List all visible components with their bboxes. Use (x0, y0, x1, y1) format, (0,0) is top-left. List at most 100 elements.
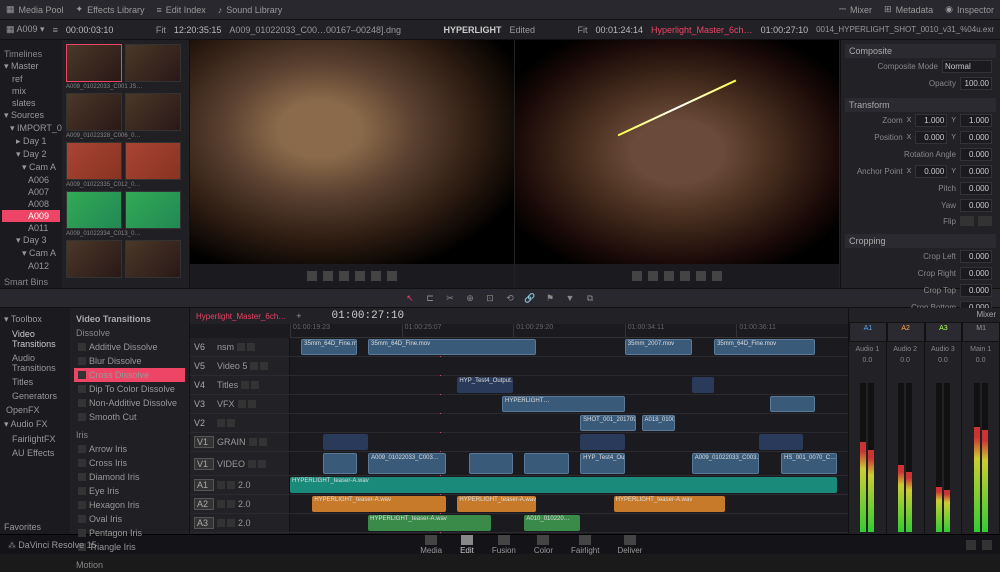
fx-diamond-iris[interactable]: Diamond Iris (74, 470, 185, 484)
loop-icon[interactable] (712, 271, 722, 281)
bin-day1[interactable]: ▸ Day 1 (2, 135, 60, 148)
fx-cat-fairlight[interactable]: FairlightFX (2, 432, 68, 446)
clip[interactable]: 35mm_64D_Fine.mov (301, 339, 357, 355)
fx-smooth-cut[interactable]: Smooth Cut (74, 410, 185, 424)
anchor-x[interactable]: 0.000 (915, 165, 947, 178)
patch-a3[interactable]: A3 (925, 322, 963, 342)
add-timeline-icon[interactable]: + (296, 311, 301, 321)
timeline-tab[interactable]: Hyperlight_Master_6ch… (196, 312, 286, 321)
thumb-clip[interactable] (66, 44, 122, 82)
clip[interactable]: SHOT_001_20170901… (580, 415, 636, 431)
bin-sources[interactable]: ▾ Sources (2, 109, 60, 122)
tab-media-pool[interactable]: ▦ Media Pool (6, 4, 64, 15)
fx-arrow-iris[interactable]: Arrow Iris (74, 442, 185, 456)
clip[interactable] (323, 434, 368, 450)
clip[interactable]: HYPERLIGHT_teaser-A.wav (312, 496, 446, 512)
clip[interactable]: HS_001_0070_C… (781, 453, 837, 474)
timeline-tracks[interactable]: V6nsm 35mm_64D_Fine.mov 35mm_64D_Fine.mo… (190, 338, 848, 534)
page-color[interactable]: Color (534, 535, 553, 555)
thumb-clip[interactable] (125, 93, 181, 131)
clip[interactable]: HYPERLIGHT_teaser-A.wav (614, 496, 726, 512)
tab-effects-library[interactable]: ✦ Effects Library (76, 4, 145, 15)
page-media[interactable]: Media (420, 535, 442, 555)
bin-a012[interactable]: A012 (2, 260, 60, 272)
next-edit-icon[interactable] (696, 271, 706, 281)
timeline-name-dropdown[interactable]: Hyperlight_Master_6ch… (651, 25, 753, 35)
view-toggle-icon[interactable]: ≡ (53, 25, 58, 35)
fx-cat-toolbox[interactable]: ▾ Toolbox (2, 312, 68, 327)
flag-icon[interactable]: ⚑ (544, 292, 556, 304)
bin-day2[interactable]: ▾ Day 2 (2, 148, 60, 161)
clip[interactable]: A009_01022033_C003… (368, 453, 446, 474)
page-deliver[interactable]: Deliver (617, 535, 642, 555)
fx-cross-iris[interactable]: Cross Iris (74, 456, 185, 470)
fader[interactable] (889, 366, 922, 532)
thumb-clip[interactable] (66, 142, 122, 180)
fx-non-additive[interactable]: Non-Additive Dissolve (74, 396, 185, 410)
clip[interactable] (469, 453, 514, 474)
patch-a1[interactable]: A1 (849, 322, 887, 342)
bin-master[interactable]: ▾ Master (2, 60, 60, 73)
fx-pentagon-iris[interactable]: Pentagon Iris (74, 526, 185, 540)
composite-header[interactable]: Composite (845, 44, 996, 58)
home-icon[interactable] (966, 540, 976, 550)
overwrite-icon[interactable]: ⊡ (484, 292, 496, 304)
clip[interactable]: A018_0100… (642, 415, 675, 431)
patch-a2[interactable]: A2 (887, 322, 925, 342)
zoom-y[interactable]: 1.000 (960, 114, 992, 127)
bin-cam-a3[interactable]: ▾ Cam A (2, 247, 60, 260)
link-icon[interactable]: 🔗 (524, 292, 536, 304)
clip[interactable]: HYPERLIGHT… (502, 396, 625, 412)
source-viewer-image[interactable] (190, 40, 514, 264)
bin-a007[interactable]: A007 (2, 186, 60, 198)
composite-mode-select[interactable]: Normal (942, 60, 992, 73)
prev-clip-icon[interactable] (307, 271, 317, 281)
play-icon[interactable] (355, 271, 365, 281)
tab-sound-library[interactable]: ♪ Sound Library (218, 5, 283, 15)
blade-tool-icon[interactable]: ✂ (444, 292, 456, 304)
crop-right[interactable]: 0.000 (960, 267, 992, 280)
clip[interactable]: 35mm_2007.mov (625, 339, 692, 355)
insert-icon[interactable]: ⊕ (464, 292, 476, 304)
tab-edit-index[interactable]: ≡ Edit Index (156, 5, 205, 15)
bin-import[interactable]: ▾ IMPORT_0905 (2, 122, 60, 135)
thumb-clip[interactable] (66, 191, 122, 229)
record-viewer-image[interactable] (515, 40, 839, 264)
page-fairlight[interactable]: Fairlight (571, 535, 599, 555)
page-edit[interactable]: Edit (460, 535, 474, 555)
pos-y[interactable]: 0.000 (960, 131, 992, 144)
marker-icon[interactable]: ▼ (564, 292, 576, 304)
lock-icon[interactable] (237, 343, 245, 351)
fx-additive-dissolve[interactable]: Additive Dissolve (74, 340, 185, 354)
clip[interactable] (759, 434, 804, 450)
clip[interactable] (692, 377, 714, 393)
fit-1[interactable]: Fit (156, 25, 166, 35)
clip[interactable] (580, 434, 625, 450)
patch-m1[interactable]: M1 (962, 322, 1000, 342)
bin-a008[interactable]: A008 (2, 198, 60, 210)
clip[interactable] (524, 453, 569, 474)
fx-eye-iris[interactable]: Eye Iris (74, 484, 185, 498)
clip[interactable]: 35mm_64D_Fine.mov (368, 339, 535, 355)
fx-blur-dissolve[interactable]: Blur Dissolve (74, 354, 185, 368)
clip[interactable] (770, 396, 815, 412)
stop-icon[interactable] (339, 271, 349, 281)
fx-cat-titles[interactable]: Titles (2, 375, 68, 389)
fx-cat-audio-transitions[interactable]: Audio Transitions (2, 351, 68, 375)
next-clip-icon[interactable] (371, 271, 381, 281)
pitch-input[interactable]: 0.000 (960, 182, 992, 195)
loop-icon[interactable] (387, 271, 397, 281)
crop-top[interactable]: 0.000 (960, 284, 992, 297)
fx-cat-audiofx[interactable]: ▾ Audio FX (2, 417, 68, 432)
play-reverse-icon[interactable] (323, 271, 333, 281)
fader[interactable] (927, 366, 960, 532)
bin-cam-a[interactable]: ▾ Cam A (2, 161, 60, 174)
fx-hexagon-iris[interactable]: Hexagon Iris (74, 498, 185, 512)
clip[interactable] (323, 453, 356, 474)
fit-2[interactable]: Fit (577, 25, 587, 35)
thumb-clip[interactable] (125, 44, 181, 82)
bin-day3[interactable]: ▾ Day 3 (2, 234, 60, 247)
timeline-ruler[interactable]: 01:00:19:23 01:00:25:07 01:00:29:20 01:0… (290, 324, 848, 338)
fader[interactable] (851, 366, 884, 532)
settings-icon[interactable] (982, 540, 992, 550)
